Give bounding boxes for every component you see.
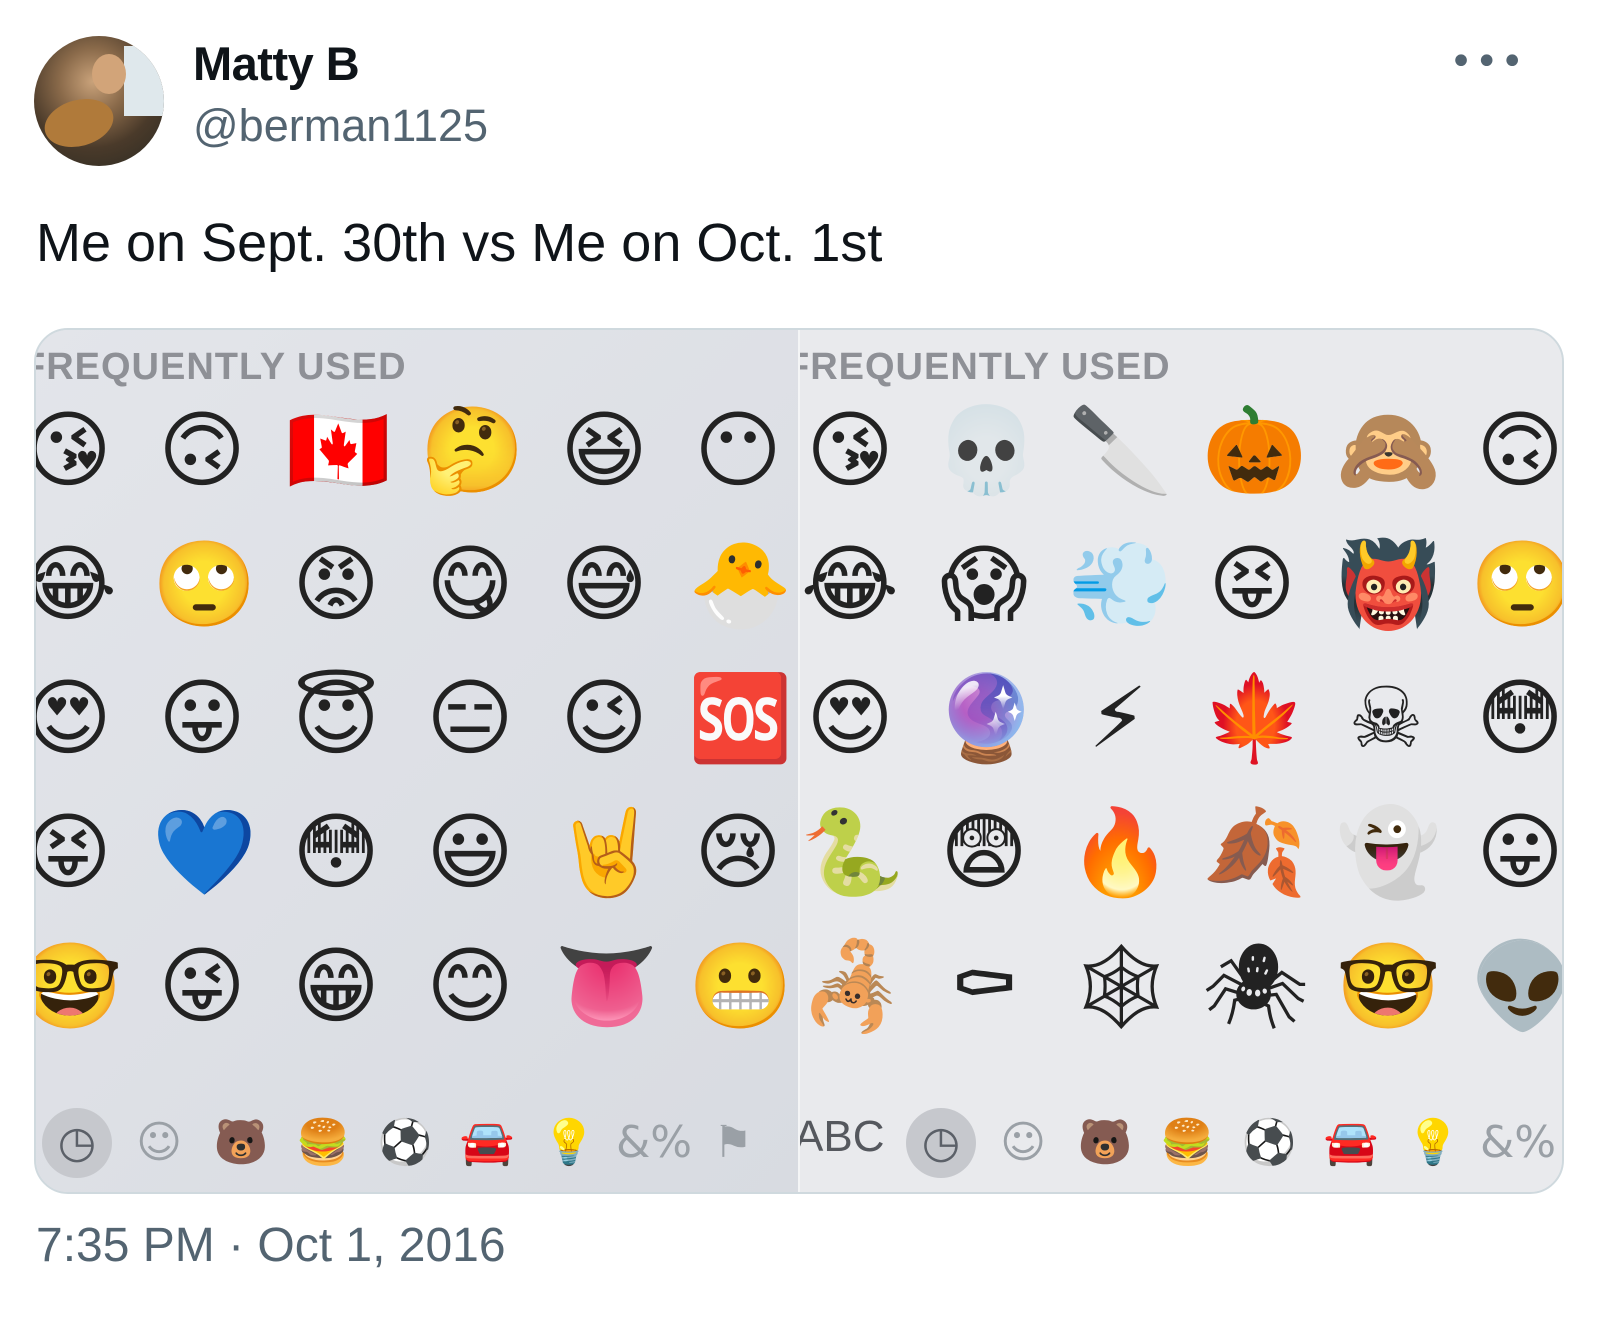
emoji-key[interactable]: 🤓 <box>1336 936 1441 1036</box>
emoji-key[interactable]: 🙃 <box>1470 400 1562 500</box>
emoji-key[interactable]: 😜 <box>152 936 252 1036</box>
emoji-key[interactable]: 😍 <box>800 668 900 768</box>
emoji-key[interactable]: 💀 <box>934 400 1039 500</box>
emoji-key[interactable]: 😆 <box>554 400 654 500</box>
recent-icon[interactable]: ◷ <box>906 1108 976 1178</box>
emoji-key[interactable]: 🙄 <box>152 534 257 634</box>
emoji-key[interactable]: 😝 <box>1202 534 1302 634</box>
emoji-key[interactable]: 😶 <box>688 400 788 500</box>
objects-icon[interactable]: 💡 <box>534 1108 604 1178</box>
activity-icon[interactable]: ⚽ <box>370 1108 440 1178</box>
avatar-background <box>124 46 164 116</box>
media-panel-right: FREQUENTLY USED 😘💀🔪🎃🙈🙃😂😱💨😝👹🙄😍🔮⚡🍁☠😳🐍😨🔥🍂👻😛… <box>800 330 1562 1192</box>
avatar-face <box>92 54 126 94</box>
emoji-key[interactable]: 🙃 <box>152 400 252 500</box>
emoji-key[interactable]: 💙 <box>152 802 257 902</box>
emoji-key[interactable]: ⚡ <box>1068 668 1168 768</box>
emoji-key[interactable]: 🍁 <box>1202 668 1307 768</box>
emoji-key[interactable]: 😱 <box>934 534 1034 634</box>
travel-icon[interactable]: 🚘 <box>452 1108 522 1178</box>
emoji-key[interactable]: 🇨🇦 <box>286 400 391 500</box>
activity-icon[interactable]: ⚽ <box>1234 1108 1304 1178</box>
emoji-key[interactable]: 🦂 <box>800 936 905 1036</box>
emoji-key[interactable]: 😨 <box>934 802 1034 902</box>
emoji-key[interactable]: 😳 <box>286 802 386 902</box>
flags-icon[interactable]: ⚑ <box>698 1108 768 1178</box>
recent-icon[interactable]: ◷ <box>42 1108 112 1178</box>
emoji-key[interactable]: 😛 <box>1470 802 1562 902</box>
emoji-key[interactable]: ☠ <box>1336 668 1436 768</box>
emoji-key[interactable]: 😳 <box>1470 668 1562 768</box>
abc-keyboard-button[interactable]: ABC <box>800 1112 884 1162</box>
emoji-key[interactable]: 🕷 <box>1202 936 1309 1036</box>
smileys-icon[interactable]: ☺ <box>988 1108 1058 1178</box>
emoji-key[interactable]: 🆘 <box>688 668 793 768</box>
symbols-icon[interactable]: &% <box>1480 1108 1556 1178</box>
emoji-key[interactable]: 🐍 <box>800 802 905 902</box>
emoji-key[interactable]: 😡 <box>286 534 386 634</box>
emoji-key[interactable]: 😇 <box>286 668 386 768</box>
emoji-key[interactable]: 🕸 <box>1068 936 1175 1036</box>
emoji-key[interactable]: 🙈 <box>1336 400 1441 500</box>
emoji-grid-right: 😘 💀 🔪 🎃 🙈 🙃 😂 😱 💨 😝 👹 🙄 😍 🔮 ⚡ 🍁 ☠ 😳 🐍 😨 🔥 🍂 👻 😛 🦂 ⚰ 🕸 🕷 🤓 👽 <box>800 330 1562 1192</box>
emoji-key[interactable]: 🐣 <box>688 534 793 634</box>
emoji-key[interactable]: 😁 <box>286 936 386 1036</box>
emoji-key[interactable]: 🤓 <box>36 936 123 1036</box>
author-display-name[interactable]: Matty B <box>193 36 360 91</box>
emoji-grid-left: 😘 🙃 🇨🇦 🤔 😆 😶 😂 🙄 😡 😋 😅 🐣 😍 😛 😇 😑 😉 🆘 😝 💙 😳 😃 🤘 😢 🤓 😜 😁 😊 👅 😬 <box>36 330 798 1192</box>
objects-icon[interactable]: 💡 <box>1398 1108 1468 1178</box>
emoji-key[interactable]: 🙄 <box>1470 534 1562 634</box>
emoji-category-toolbar-left: ◷ ☺ 🐻 🍔 ⚽ 🚘 💡 &% ⚑ <box>36 1082 798 1192</box>
emoji-key[interactable]: 👻 <box>1336 802 1441 902</box>
tweet-timestamp[interactable]: 7:35 PM · Oct 1, 2016 <box>36 1218 506 1273</box>
avatar[interactable] <box>34 36 164 166</box>
emoji-key[interactable]: 🔪 <box>1068 400 1173 500</box>
emoji-key[interactable]: 💨 <box>1068 534 1173 634</box>
avatar-guitar <box>39 91 119 155</box>
emoji-key[interactable]: 🤘 <box>554 802 659 902</box>
symbols-icon[interactable]: &% <box>616 1108 692 1178</box>
emoji-key[interactable]: 🤔 <box>420 400 525 500</box>
emoji-key[interactable]: 👹 <box>1336 534 1441 634</box>
emoji-key[interactable]: 😉 <box>554 668 654 768</box>
author-handle[interactable]: @berman1125 <box>193 100 488 152</box>
emoji-key[interactable]: 😘 <box>800 400 900 500</box>
animals-icon[interactable]: 🐻 <box>206 1108 276 1178</box>
more-options-icon[interactable]: ••• <box>1449 42 1526 82</box>
emoji-key[interactable]: 🔥 <box>1068 802 1173 902</box>
tweet-text: Me on Sept. 30th vs Me on Oct. 1st <box>36 213 883 273</box>
emoji-key[interactable]: ⚰ <box>934 936 1034 1036</box>
media-panel-left: FREQUENTLY USED 😘🙃🇨🇦🤔😆😶😂🙄😡😋😅🐣😍😛😇😑😉🆘😝💙😳😃🤘… <box>36 330 798 1192</box>
emoji-key[interactable]: 😃 <box>420 802 520 902</box>
emoji-category-toolbar-right: ABC ◷ ☺ 🐻 🍔 ⚽ 🚘 💡 &% <box>800 1082 1562 1192</box>
emoji-key[interactable]: 🍂 <box>1202 802 1307 902</box>
travel-icon[interactable]: 🚘 <box>1316 1108 1386 1178</box>
smileys-icon[interactable]: ☺ <box>124 1108 194 1178</box>
emoji-key[interactable]: 😬 <box>688 936 793 1036</box>
emoji-key[interactable]: 🔮 <box>934 668 1039 768</box>
emoji-key[interactable]: 😂 <box>800 534 900 634</box>
emoji-key[interactable]: 😊 <box>420 936 520 1036</box>
emoji-key[interactable]: 😝 <box>36 802 118 902</box>
emoji-key[interactable]: 🎃 <box>1202 400 1307 500</box>
emoji-key[interactable]: 😍 <box>36 668 118 768</box>
emoji-key[interactable]: 👽 <box>1470 936 1562 1036</box>
food-icon[interactable]: 🍔 <box>1152 1108 1222 1178</box>
emoji-key[interactable]: 👅 <box>554 936 659 1036</box>
emoji-key[interactable]: 😘 <box>36 400 118 500</box>
food-icon[interactable]: 🍔 <box>288 1108 358 1178</box>
emoji-key[interactable]: 😛 <box>152 668 252 768</box>
emoji-key[interactable]: 😋 <box>420 534 520 634</box>
emoji-key[interactable]: 😅 <box>554 534 654 634</box>
emoji-key[interactable]: 😢 <box>688 802 788 902</box>
emoji-key[interactable]: 😂 <box>36 534 118 634</box>
emoji-key[interactable]: 😑 <box>420 668 520 768</box>
tweet-media[interactable]: FREQUENTLY USED 😘🙃🇨🇦🤔😆😶😂🙄😡😋😅🐣😍😛😇😑😉🆘😝💙😳😃🤘… <box>34 328 1564 1194</box>
animals-icon[interactable]: 🐻 <box>1070 1108 1140 1178</box>
